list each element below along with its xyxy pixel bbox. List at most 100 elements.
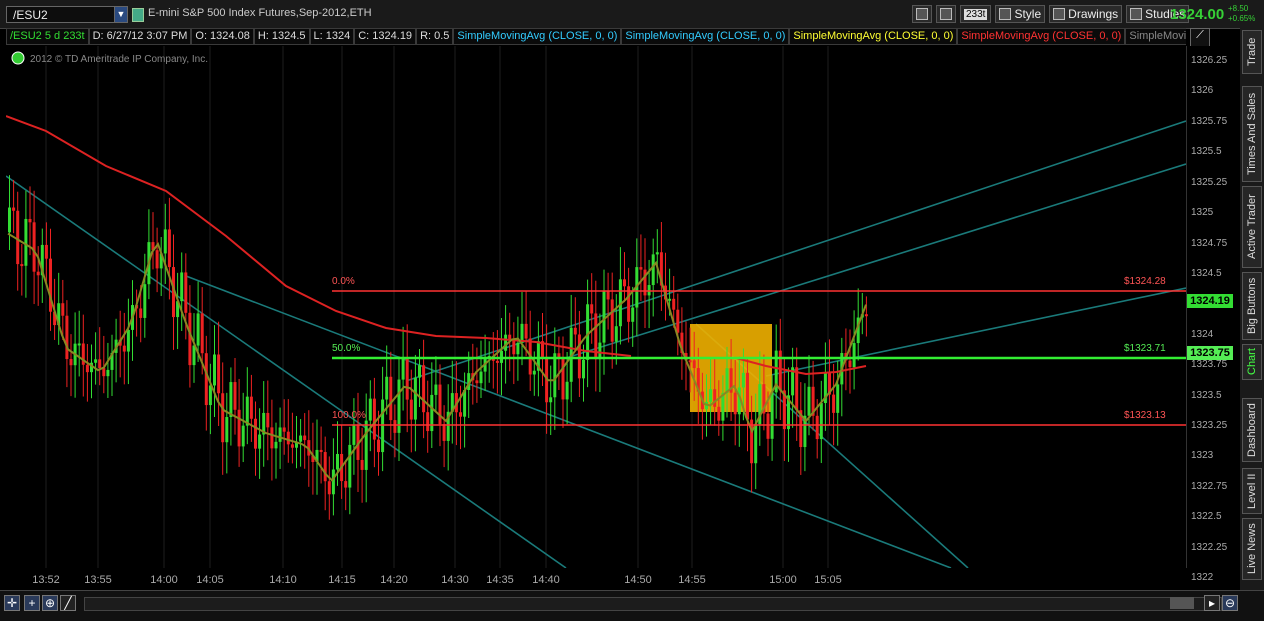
top-toolbar: /ESU2 ▼ E-mini S&P 500 Index Futures,Sep… (0, 0, 1264, 29)
candle-body (442, 424, 446, 441)
candle-body (418, 365, 421, 378)
copyright: 2012 © TD Ameritrade IP Company, Inc. (30, 54, 209, 65)
last-price: 1324.00 (1170, 6, 1225, 23)
candle-body (348, 444, 352, 488)
tools-button[interactable] (936, 5, 956, 23)
scrollbar-thumb[interactable] (1170, 597, 1194, 609)
tick-button[interactable]: 233t (960, 5, 992, 23)
candle-body (524, 323, 528, 339)
y-tick-label: 1326.25 (1191, 55, 1228, 66)
y-tick-label: 1322 (1191, 572, 1214, 584)
y-tick-label: 1322.75 (1191, 480, 1228, 492)
candle-body (32, 222, 36, 272)
candle-body (688, 360, 692, 363)
candle-body (229, 382, 233, 418)
price-chart[interactable] (6, 46, 1186, 568)
candle-body (377, 439, 380, 453)
change-pct: +0.65% (1228, 14, 1256, 23)
candle-body (184, 272, 188, 313)
candle-body (266, 412, 270, 428)
candle-body (590, 304, 594, 314)
info-low: L: 1324 (309, 28, 355, 45)
tab-big-buttons[interactable]: Big Buttons (1242, 272, 1262, 340)
candle-body (381, 399, 385, 453)
candle-body (598, 342, 602, 360)
current-price-box: 1324.19 (1187, 294, 1233, 308)
candle-body (553, 353, 557, 398)
x-tick-label: 14:20 (380, 574, 408, 586)
candle-body (270, 427, 274, 449)
info-open: O: 1324.08 (191, 28, 254, 45)
candle-body (602, 290, 606, 343)
pan-icon[interactable]: ✛ (4, 595, 20, 611)
candle-body (426, 412, 430, 432)
candle-body (422, 365, 426, 413)
info-marker-icon (11, 51, 25, 65)
candle-body (852, 343, 856, 368)
candle-body (44, 244, 48, 259)
symbol-input[interactable]: /ESU2 (6, 6, 124, 23)
candle-body (188, 312, 192, 366)
candle-body (606, 290, 610, 300)
candle-body (139, 308, 143, 318)
candle-body (676, 309, 680, 333)
link-icon[interactable] (132, 8, 144, 22)
candle-body (221, 393, 225, 443)
y-tick-label: 1322.25 (1191, 541, 1228, 553)
candle-body (360, 459, 364, 470)
candle-body (655, 252, 659, 255)
chart-settings-button[interactable] (912, 5, 932, 23)
study-label[interactable]: SimpleMovingAvg (CLOSE, 0, 0) (957, 28, 1126, 45)
drawings-button[interactable]: Drawings (1049, 5, 1123, 23)
tab-dashboard[interactable]: Dashboard (1242, 398, 1262, 462)
tab-times-and-sales[interactable]: Times And Sales (1242, 86, 1262, 182)
candle-body (225, 417, 229, 443)
tab-live-news[interactable]: Live News (1242, 518, 1262, 580)
draw-line-icon[interactable]: ╱ (60, 595, 76, 611)
y-tick-label: 1323.75 (1191, 359, 1228, 371)
tab-chart[interactable]: Chart (1242, 344, 1262, 380)
candle-body (319, 449, 323, 453)
candle-body (668, 298, 672, 301)
studies-icon (1130, 8, 1143, 20)
y-tick-label: 1325.25 (1191, 176, 1228, 188)
study-label[interactable]: SimpleMovingAvg (CLOSE, 0, 0) (453, 28, 622, 45)
candle-body (8, 207, 11, 233)
candle-body (438, 384, 442, 425)
y-tick-label: 1323.5 (1191, 389, 1222, 401)
zoom-out-icon[interactable]: ⊖ (1222, 595, 1238, 611)
study-label[interactable]: SimpleMovingAvg (CLOSE, 0, 0) (621, 28, 790, 45)
scroll-right-icon[interactable]: ▸ (1204, 595, 1220, 611)
candle-body (405, 357, 409, 400)
level-low-label: $1323.13 (1124, 410, 1166, 421)
candle-body (647, 285, 651, 296)
tab-active-trader[interactable]: Active Trader (1242, 186, 1262, 268)
x-tick-label: 13:55 (84, 574, 112, 586)
x-tick-label: 15:05 (814, 574, 842, 586)
x-tick-label: 14:05 (196, 574, 224, 586)
style-button[interactable]: Style (995, 5, 1046, 23)
tab-trade[interactable]: Trade (1242, 30, 1262, 74)
candle-body (393, 420, 397, 433)
candle-body (106, 369, 110, 377)
candle-body (282, 427, 286, 432)
symbol-dropdown-icon[interactable]: ▼ (114, 6, 128, 23)
drawings-label: Drawings (1068, 7, 1119, 21)
study-label[interactable]: SimpleMoving... (1125, 28, 1186, 45)
study-label[interactable]: SimpleMovingAvg (CLOSE, 0, 0) (789, 28, 958, 45)
y-tick-label: 1324 (1191, 328, 1214, 340)
candle-body (864, 314, 868, 317)
ohlc-info-bar: /ESU2 5 d 233t D: 6/27/12 3:07 PM O: 132… (6, 28, 1186, 45)
candle-body (409, 399, 413, 420)
chart-icon[interactable]: ⟋ (1190, 28, 1210, 47)
fib-fifty-label: 50.0% (332, 343, 361, 354)
crosshair-icon[interactable]: ⊕ (42, 595, 58, 611)
zoom-in-icon[interactable]: + (24, 595, 40, 611)
horizontal-scrollbar[interactable] (84, 597, 1222, 611)
time-axis[interactable]: 13:52 13:55 14:00 14:05 14:10 14:15 14:20 14:30… (6, 570, 1186, 590)
tab-level-ii[interactable]: Level II (1242, 468, 1262, 514)
candle-body (725, 368, 729, 393)
y-tick-label: 1322.5 (1191, 511, 1222, 523)
side-tabs: Trade Times And Sales Active Trader Big … (1240, 28, 1264, 590)
candle-body (389, 376, 393, 421)
